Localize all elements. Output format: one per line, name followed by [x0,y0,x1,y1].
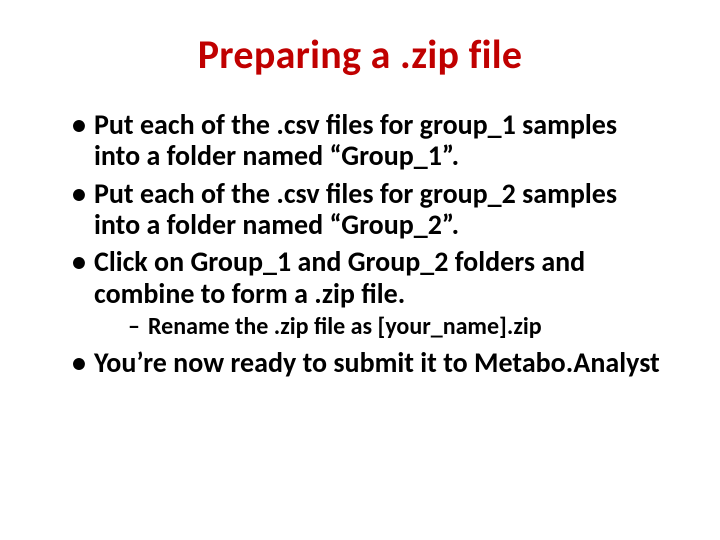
bullet-text: Put each of the .csv files for group_1 s… [94,107,617,173]
bullet-text: Put each of the .csv files for group_2 s… [94,176,617,242]
bullet-text: Click on Group_1 and Group_2 folders and… [94,244,585,310]
list-item: Click on Group_1 and Group_2 folders and… [72,246,666,340]
bullet-list: Put each of the .csv files for group_1 s… [72,109,666,378]
list-item: Put each of the .csv files for group_1 s… [72,109,666,172]
sub-list-item: Rename the .zip file as [your_name].zip [128,313,666,341]
slide-title: Preparing a .zip file [36,30,684,79]
slide: Preparing a .zip file Put each of the .c… [0,0,720,540]
bullet-text: You’re now ready to submit it to Metabo.… [94,345,660,380]
list-item: You’re now ready to submit it to Metabo.… [72,347,666,378]
list-item: Put each of the .csv files for group_2 s… [72,178,666,241]
sub-bullet-text: Rename the .zip file as [your_name].zip [148,312,542,341]
sub-list: Rename the .zip file as [your_name].zip [94,313,666,341]
